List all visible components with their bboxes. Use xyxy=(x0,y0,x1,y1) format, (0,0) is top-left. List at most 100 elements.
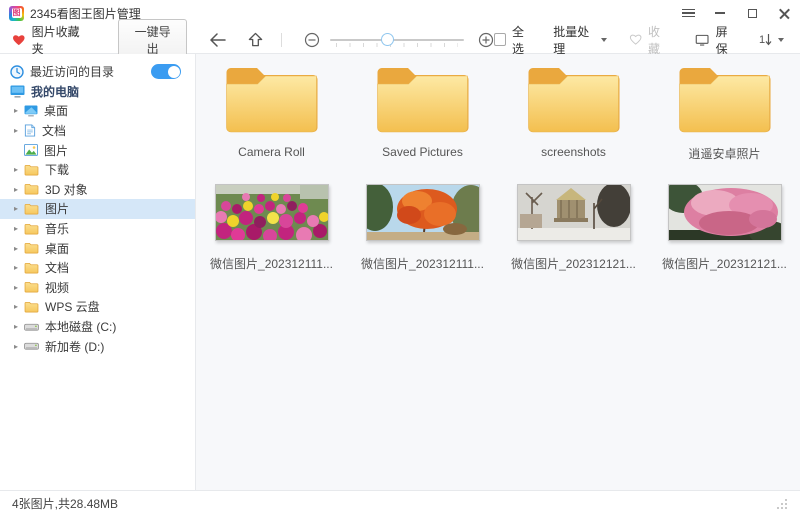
expand-arrow-icon[interactable]: ▸ xyxy=(14,322,24,331)
zoom-out-button[interactable] xyxy=(304,32,320,48)
folder-icon xyxy=(225,68,317,133)
image-row: 微信图片_202312111... 微信图片_202312111... 微信图片… xyxy=(196,184,800,272)
maximize-button[interactable] xyxy=(736,0,768,26)
folder-icon xyxy=(24,262,39,274)
image-thumbnail[interactable] xyxy=(365,184,480,241)
expand-arrow-icon[interactable]: ▸ xyxy=(14,342,24,351)
drive-icon xyxy=(24,323,39,331)
select-all-checkbox[interactable] xyxy=(494,33,506,46)
sidebar-item-label: 文档 xyxy=(45,261,70,276)
toolbar-divider xyxy=(281,32,283,47)
folder-item-saved-pictures[interactable]: Saved Pictures xyxy=(347,62,498,162)
up-home-button[interactable] xyxy=(248,32,263,47)
sidebar-item-label: 桌面 xyxy=(45,241,70,256)
computer-icon xyxy=(10,85,25,98)
thumbnail-art-pink-blossoms xyxy=(668,185,781,240)
sidebar-item-label: 3D 对象 xyxy=(45,182,88,197)
sidebar-item-desktop[interactable]: ▸ 桌面 xyxy=(0,101,195,121)
resize-grip[interactable] xyxy=(777,498,788,509)
image-item-3[interactable]: 微信图片_202312121... xyxy=(498,184,649,272)
favorites-label: 图片收藏夹 xyxy=(31,24,80,56)
expand-arrow-icon[interactable]: ▸ xyxy=(14,283,24,292)
picture-icon xyxy=(24,144,38,157)
image-filename: 微信图片_202312111... xyxy=(210,257,333,271)
sidebar-item-label: 音乐 xyxy=(45,222,70,237)
thumbnail-art-flower-beds xyxy=(215,185,328,240)
sidebar-item-music[interactable]: ▸ 音乐 xyxy=(0,219,195,239)
sidebar-item-label: 图片 xyxy=(45,202,70,217)
image-thumbnail[interactable] xyxy=(667,184,782,241)
recent-dirs-label: 最近访问的目录 xyxy=(30,65,115,80)
sidebar-item-wps-cloud[interactable]: ▸ WPS 云盘 xyxy=(0,297,195,317)
image-item-1[interactable]: 微信图片_202312111... xyxy=(196,184,347,272)
expand-arrow-icon[interactable]: ▸ xyxy=(14,204,24,213)
sort-dropdown[interactable]: 1 xyxy=(759,32,785,47)
zoom-slider-track[interactable] xyxy=(330,38,465,41)
expand-arrow-icon[interactable]: ▸ xyxy=(14,244,24,253)
app-logo-icon: 图 xyxy=(9,5,24,21)
app-logo-glyph: 图 xyxy=(11,8,22,18)
expand-arrow-icon[interactable]: ▸ xyxy=(14,302,24,311)
thumbnail-art-snow-carousel xyxy=(517,185,630,240)
sidebar-item-label: 我的电脑 xyxy=(31,84,80,99)
sidebar-item-label: 图片 xyxy=(44,143,69,158)
batch-process-dropdown[interactable]: 批量处理 xyxy=(553,23,607,57)
document-icon xyxy=(24,124,36,137)
sidebar-item-pictures-selected[interactable]: ▸ 图片 xyxy=(0,199,195,219)
favorites-heart-icon[interactable] xyxy=(12,33,26,47)
recent-dirs-row: 最近访问的目录 xyxy=(0,62,195,82)
expand-arrow-icon[interactable]: ▸ xyxy=(14,263,24,272)
file-grid: Camera Roll Saved Pictures screenshots 逍… xyxy=(196,54,800,490)
sidebar: 最近访问的目录 我的电脑 ▸ 桌面 ▸ 文档 图片 ▸ 下载 ▸ 3D 对象 ▸… xyxy=(0,54,196,490)
sidebar-item-documents[interactable]: ▸ 文档 xyxy=(0,121,195,141)
folder-icon xyxy=(24,223,39,235)
zoom-slider[interactable] xyxy=(330,32,465,48)
toolbar: 图片收藏夹 一键导出 全选 批量处理 收藏 屏保 1 xyxy=(0,18,800,61)
clock-icon xyxy=(10,65,24,79)
select-all-control[interactable]: 全选 xyxy=(494,23,533,57)
zoom-slider-handle[interactable] xyxy=(381,32,395,46)
expand-arrow-icon[interactable]: ▸ xyxy=(14,165,24,174)
sidebar-item-drive-d[interactable]: ▸ 新加卷 (D:) xyxy=(0,336,195,356)
folder-item-memu-photos[interactable]: 逍遥安卓照片 xyxy=(649,62,800,162)
folder-icon xyxy=(678,68,770,133)
sidebar-item-label: 下载 xyxy=(45,163,70,178)
folder-icon xyxy=(376,68,468,133)
sidebar-item-3d-objects[interactable]: ▸ 3D 对象 xyxy=(0,180,195,200)
folder-item-camera-roll[interactable]: Camera Roll xyxy=(196,62,347,162)
status-text: 4张图片,共28.48MB xyxy=(12,497,119,511)
image-thumbnail[interactable] xyxy=(214,184,329,241)
folder-icon xyxy=(24,203,39,215)
sidebar-item-drive-c[interactable]: ▸ 本地磁盘 (C:) xyxy=(0,317,195,337)
recent-dirs-toggle[interactable] xyxy=(151,64,181,80)
sidebar-item-desktop-folder[interactable]: ▸ 桌面 xyxy=(0,238,195,258)
hamburger-icon xyxy=(681,6,695,19)
sidebar-item-label: 视频 xyxy=(45,280,70,295)
folder-icon xyxy=(24,184,39,195)
expand-arrow-icon[interactable]: ▸ xyxy=(14,106,24,115)
desktop-icon xyxy=(24,105,38,117)
close-button[interactable] xyxy=(768,0,800,26)
back-button[interactable] xyxy=(209,32,227,47)
image-thumbnail[interactable] xyxy=(516,184,631,241)
sidebar-item-pictures-lib[interactable]: 图片 xyxy=(0,140,195,160)
chevron-down-icon xyxy=(600,37,607,42)
zoom-in-button[interactable] xyxy=(478,32,494,48)
expand-arrow-icon[interactable]: ▸ xyxy=(14,224,24,233)
image-filename: 微信图片_202312111... xyxy=(361,257,484,271)
svg-text:1: 1 xyxy=(759,34,765,46)
status-bar: 4张图片,共28.48MB xyxy=(0,490,800,516)
folder-icon xyxy=(24,301,39,313)
image-item-2[interactable]: 微信图片_202312111... xyxy=(347,184,498,272)
zoom-slider-ticks xyxy=(336,42,459,47)
sidebar-item-videos[interactable]: ▸ 视频 xyxy=(0,278,195,298)
folder-item-screenshots[interactable]: screenshots xyxy=(498,62,649,162)
expand-arrow-icon[interactable]: ▸ xyxy=(14,185,24,194)
sidebar-item-label: 本地磁盘 (C:) xyxy=(45,320,117,335)
expand-arrow-icon[interactable]: ▸ xyxy=(14,126,24,135)
sidebar-item-documents-folder[interactable]: ▸ 文档 xyxy=(0,258,195,278)
sidebar-item-downloads[interactable]: ▸ 下载 xyxy=(0,160,195,180)
sidebar-item-my-computer[interactable]: 我的电脑 xyxy=(0,82,195,102)
screensaver-button[interactable]: 屏保 xyxy=(695,23,737,57)
image-item-4[interactable]: 微信图片_202312121... xyxy=(649,184,800,272)
